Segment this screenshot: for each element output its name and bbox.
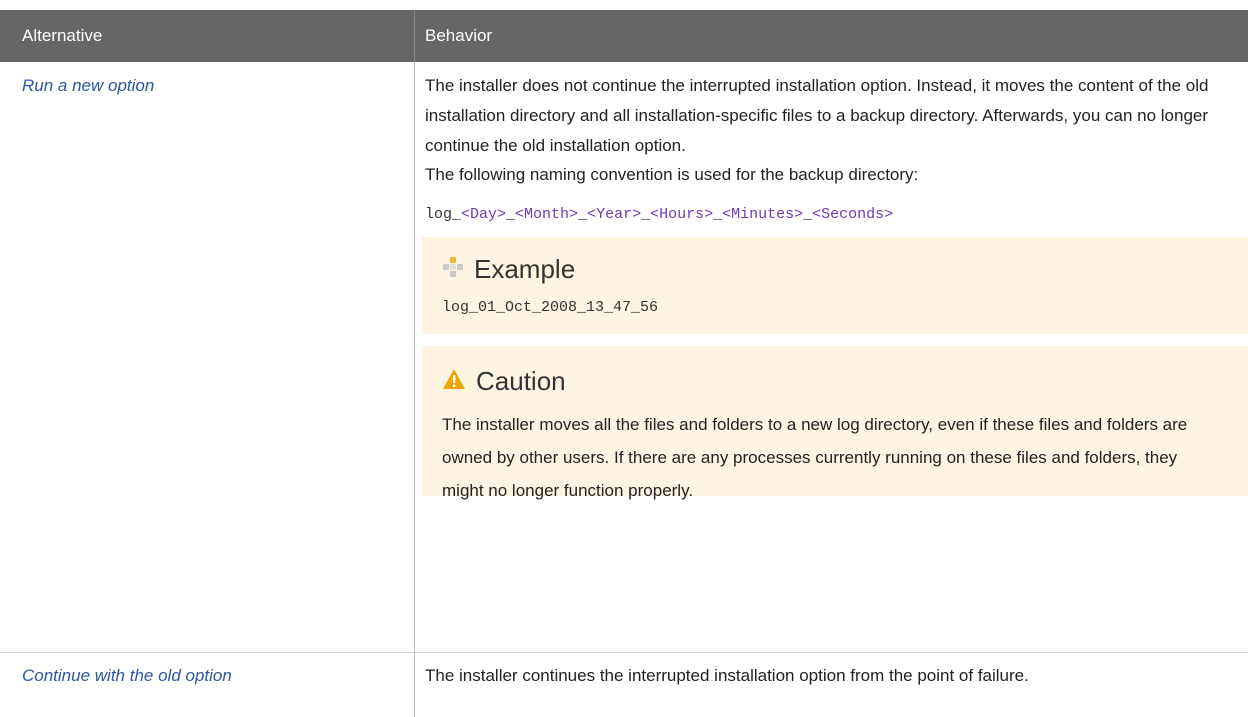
options-table: Alternative Behavior Run a new option Th… [0, 10, 1248, 717]
example-title-text: Example [474, 254, 576, 284]
example-icon [442, 254, 464, 285]
example-code: log_01_Oct_2008_13_47_56 [442, 299, 659, 316]
behavior-text: The installer continues the interrupted … [425, 666, 1029, 685]
pattern-day: <Day> [461, 206, 507, 223]
example-note: Example log_01_Oct_2008_13_47_56 [422, 237, 1248, 334]
alternative-run-new-option[interactable]: Run a new option [22, 76, 154, 96]
column-divider [414, 62, 415, 717]
pattern-minutes: <Minutes> [722, 206, 804, 223]
pattern-sep: _ [713, 206, 723, 223]
pattern-sep: _ [641, 206, 651, 223]
pattern-sep: _ [506, 206, 516, 223]
behavior-text: The installer does not continue the inte… [425, 76, 1209, 155]
header-alternative: Alternative [22, 26, 103, 45]
pattern-sep: _ [578, 206, 588, 223]
pattern-month: <Month> [515, 206, 579, 223]
caution-note: Caution The installer moves all the file… [422, 346, 1248, 500]
alternative-continue-old-option[interactable]: Continue with the old option [22, 666, 232, 686]
caution-title: Caution [442, 366, 566, 397]
header-divider [414, 10, 415, 62]
naming-intro: The following naming convention is used … [425, 165, 919, 184]
caution-text: The installer moves all the files and fo… [442, 415, 1188, 500]
caution-title-text: Caution [476, 366, 566, 396]
pattern-year: <Year> [587, 206, 642, 223]
warning-triangle-icon [442, 366, 466, 397]
pattern-sep: _ [803, 206, 813, 223]
header-behavior: Behavior [425, 26, 493, 45]
naming-pattern: log_<Day>_<Month>_<Year>_<Hours>_<Minute… [425, 206, 893, 223]
pattern-seconds: <Seconds> [812, 206, 894, 223]
example-title: Example [442, 254, 575, 285]
pattern-prefix: log_ [425, 206, 462, 223]
table-header: Alternative Behavior [0, 10, 1248, 62]
pattern-hours: <Hours> [650, 206, 714, 223]
row-divider [0, 652, 1248, 653]
